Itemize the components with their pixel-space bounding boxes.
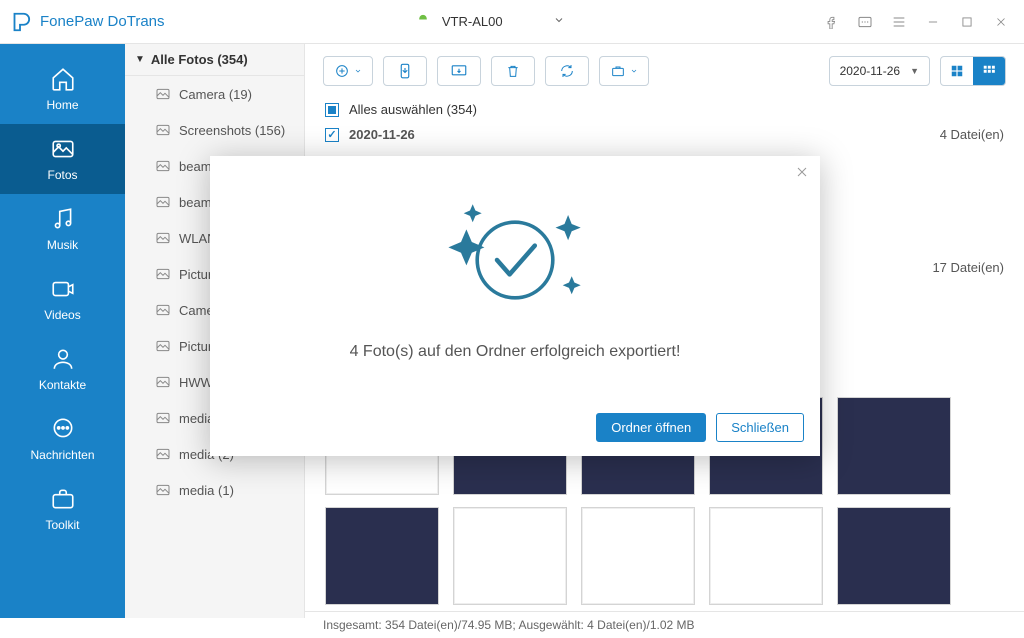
export-to-device-button[interactable] xyxy=(383,56,427,86)
album-icon xyxy=(155,374,171,390)
status-bar: Insgesamt: 354 Datei(en)/74.95 MB; Ausge… xyxy=(305,611,1024,638)
album-icon xyxy=(155,122,171,138)
success-icon xyxy=(425,195,605,325)
album-item[interactable]: Camera (19) xyxy=(125,76,304,112)
messages-icon xyxy=(50,416,76,442)
android-icon xyxy=(416,14,432,30)
nav-musik[interactable]: Musik xyxy=(0,194,125,264)
date-section-header: 2020-11-26 4 Datei(en) xyxy=(305,121,1024,148)
album-item[interactable]: media (1) xyxy=(125,472,304,508)
feedback-button[interactable] xyxy=(850,7,880,37)
close-button[interactable] xyxy=(986,7,1016,37)
section-checkbox[interactable] xyxy=(325,128,339,142)
photo-thumbnail[interactable] xyxy=(837,397,951,495)
contacts-icon xyxy=(50,346,76,372)
album-icon xyxy=(155,482,171,498)
album-icon xyxy=(155,338,171,354)
video-icon xyxy=(50,276,76,302)
photo-thumbnail[interactable] xyxy=(709,507,823,605)
album-icon xyxy=(155,410,171,426)
nav-home[interactable]: Home xyxy=(0,54,125,124)
nav-kontakte[interactable]: Kontakte xyxy=(0,334,125,404)
open-folder-button[interactable]: Ordner öffnen xyxy=(596,413,706,442)
dialog-message: 4 Foto(s) auf den Ordner erfolgreich exp… xyxy=(350,343,681,361)
album-icon xyxy=(155,230,171,246)
photo-thumbnail[interactable] xyxy=(837,507,951,605)
thumbnail-grid xyxy=(305,501,1024,611)
nav-fotos[interactable]: Fotos xyxy=(0,124,125,194)
maximize-button[interactable] xyxy=(952,7,982,37)
photo-thumbnail[interactable] xyxy=(325,507,439,605)
home-icon xyxy=(50,66,76,92)
minimize-button[interactable] xyxy=(918,7,948,37)
device-name: VTR-AL00 xyxy=(442,14,503,29)
nav-toolkit[interactable]: Toolkit xyxy=(0,474,125,544)
view-grid-small[interactable] xyxy=(973,57,1005,85)
facebook-button[interactable] xyxy=(816,7,846,37)
nav-videos[interactable]: Videos xyxy=(0,264,125,334)
album-header[interactable]: ▼ Alle Fotos (354) xyxy=(125,44,304,76)
album-icon xyxy=(155,194,171,210)
toolkit-icon xyxy=(50,486,76,512)
close-dialog-button[interactable]: Schließen xyxy=(716,413,804,442)
device-selector[interactable]: VTR-AL00 xyxy=(404,10,577,34)
triangle-down-icon: ▼ xyxy=(135,54,145,65)
triangle-down-icon: ▼ xyxy=(910,66,919,76)
view-grid-large[interactable] xyxy=(941,57,973,85)
album-icon xyxy=(155,266,171,282)
album-icon xyxy=(155,158,171,174)
export-to-pc-button[interactable] xyxy=(437,56,481,86)
album-icon xyxy=(155,302,171,318)
chevron-down-icon xyxy=(553,14,565,29)
album-icon xyxy=(155,86,171,102)
more-tools-button[interactable] xyxy=(599,56,649,86)
view-toggle xyxy=(940,56,1006,86)
album-item[interactable]: Screenshots (156) xyxy=(125,112,304,148)
date-filter[interactable]: 2020-11-26 ▼ xyxy=(829,56,930,86)
app-title: FonePaw DoTrans xyxy=(40,13,165,30)
export-success-dialog: 4 Foto(s) auf den Ordner erfolgreich exp… xyxy=(210,156,820,456)
photo-thumbnail[interactable] xyxy=(453,507,567,605)
sidebar: Home Fotos Musik Videos Kontakte Nachric… xyxy=(0,44,125,618)
chevron-down-icon xyxy=(630,67,638,75)
music-icon xyxy=(50,206,76,232)
photos-icon xyxy=(50,136,76,162)
chevron-down-icon xyxy=(354,67,362,75)
album-icon xyxy=(155,446,171,462)
menu-button[interactable] xyxy=(884,7,914,37)
refresh-button[interactable] xyxy=(545,56,589,86)
toolbar: 2020-11-26 ▼ xyxy=(305,44,1024,98)
photo-thumbnail[interactable] xyxy=(581,507,695,605)
dialog-close-button[interactable] xyxy=(794,164,810,185)
title-bar: FonePaw DoTrans VTR-AL00 xyxy=(0,0,1024,44)
select-all-checkbox[interactable] xyxy=(325,103,339,117)
delete-button[interactable] xyxy=(491,56,535,86)
nav-nachrichten[interactable]: Nachrichten xyxy=(0,404,125,474)
app-logo xyxy=(0,11,40,33)
add-button[interactable] xyxy=(323,56,373,86)
select-all-row[interactable]: Alles auswählen (354) xyxy=(305,98,1024,121)
